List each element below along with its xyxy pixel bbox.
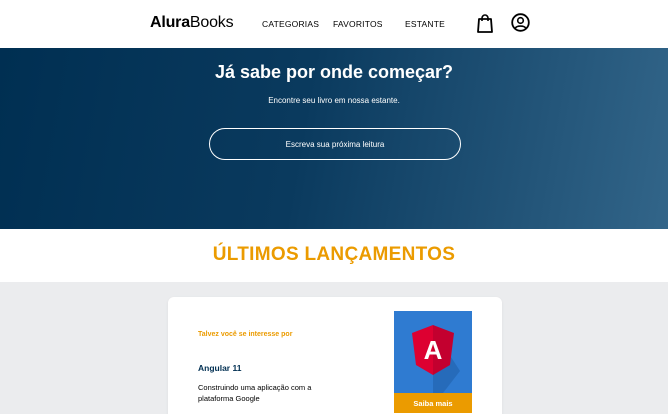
section-title: ÚLTIMOS LANÇAMENTOS — [212, 244, 456, 265]
logo[interactable]: AluraBooks — [150, 14, 234, 32]
saiba-mais-button[interactable]: Saiba mais — [394, 393, 472, 413]
angular-logo-icon: A — [412, 325, 460, 393]
book-cover[interactable]: A — [394, 311, 472, 393]
nav-favoritos[interactable]: FAVORITOS — [333, 19, 383, 29]
hero-banner: Já sabe por onde começar? Encontre seu l… — [0, 48, 668, 229]
user-icon[interactable] — [511, 13, 530, 32]
book-recommendation-card: Talvez você se interesse por Angular 11 … — [168, 297, 502, 414]
nav-categorias[interactable]: CATEGORIAS — [262, 19, 319, 29]
logo-bold-text: Alura — [150, 14, 190, 31]
angular-letter: A — [424, 335, 443, 365]
shopping-bag-icon[interactable] — [476, 13, 494, 33]
hero-title: Já sabe por onde começar? — [214, 62, 454, 82]
card-kicker: Talvez você se interesse por — [198, 331, 293, 338]
book-description: Construindo uma aplicação com a platafor… — [198, 383, 312, 403]
nav-estante[interactable]: ESTANTE — [405, 19, 445, 29]
logo-light-text: Books — [189, 14, 234, 31]
hero-subtitle: Encontre seu livro em nossa estante. — [268, 96, 400, 105]
top-header: AluraBooks CATEGORIAS FAVORITOS ESTANTE — [0, 0, 668, 48]
latest-releases-section: ÚLTIMOS LANÇAMENTOS — [0, 229, 668, 282]
search-input[interactable] — [209, 128, 461, 160]
book-title: Angular 11 — [198, 363, 242, 373]
